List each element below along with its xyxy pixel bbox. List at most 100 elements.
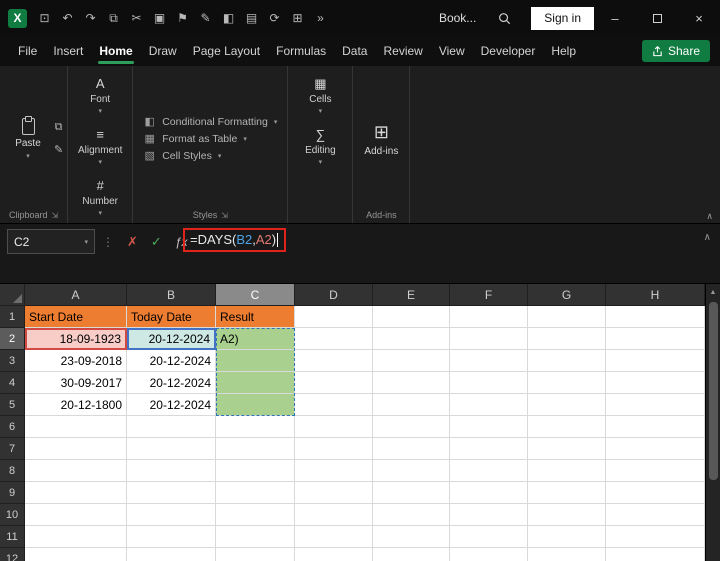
tab-view[interactable]: View xyxy=(431,36,473,66)
cell-A11[interactable] xyxy=(25,526,127,548)
cell-A9[interactable] xyxy=(25,482,127,504)
row-header-11[interactable]: 11 xyxy=(0,526,25,548)
cell-G8[interactable] xyxy=(528,460,606,482)
cell-D12[interactable] xyxy=(295,548,373,561)
tab-formulas[interactable]: Formulas xyxy=(268,36,334,66)
cell-G2[interactable] xyxy=(528,328,606,350)
cell-G5[interactable] xyxy=(528,394,606,416)
tab-review[interactable]: Review xyxy=(375,36,430,66)
cell-F2[interactable] xyxy=(450,328,528,350)
cell-D8[interactable] xyxy=(295,460,373,482)
share-button[interactable]: Share xyxy=(641,40,710,62)
document-icon[interactable]: ▤ xyxy=(240,11,263,25)
column-header-F[interactable]: F xyxy=(450,284,528,306)
cell-H1[interactable] xyxy=(606,306,705,328)
cell-A8[interactable] xyxy=(25,460,127,482)
cell-H2[interactable] xyxy=(606,328,705,350)
cell-E10[interactable] xyxy=(373,504,450,526)
cell-C7[interactable] xyxy=(216,438,295,460)
cell-F1[interactable] xyxy=(450,306,528,328)
row-header-8[interactable]: 8 xyxy=(0,460,25,482)
row-header-6[interactable]: 6 xyxy=(0,416,25,438)
cell-H10[interactable] xyxy=(606,504,705,526)
row-header-5[interactable]: 5 xyxy=(0,394,25,416)
flag-icon[interactable]: ⚑ xyxy=(171,11,194,25)
picture-icon[interactable]: ▣ xyxy=(148,11,171,25)
cut-icon[interactable]: ✂ xyxy=(125,11,148,25)
row-header-2[interactable]: 2 xyxy=(0,328,25,350)
format-painter-icon[interactable]: ✎ xyxy=(54,143,63,156)
cell-G12[interactable] xyxy=(528,548,606,561)
format-painter-icon[interactable]: ◧ xyxy=(217,11,240,25)
cell-H6[interactable] xyxy=(606,416,705,438)
cell-C9[interactable] xyxy=(216,482,295,504)
cell-C3[interactable] xyxy=(216,350,295,372)
cell-A2[interactable]: 18-09-1923 xyxy=(25,328,127,350)
cell-H4[interactable] xyxy=(606,372,705,394)
close-button[interactable]: × xyxy=(678,0,720,36)
tab-page-layout[interactable]: Page Layout xyxy=(185,36,268,66)
vertical-scrollbar[interactable]: ▲ ▼ xyxy=(705,284,720,561)
cell-E11[interactable] xyxy=(373,526,450,548)
style-item-format-as-table[interactable]: ▦ Format as Table ▾ xyxy=(143,132,277,146)
select-all-corner[interactable] xyxy=(0,284,25,306)
cell-B3[interactable]: 20-12-2024 xyxy=(127,350,216,372)
name-box[interactable]: C2 ▾ xyxy=(7,229,95,254)
redo-icon[interactable]: ↷ xyxy=(79,11,102,25)
cell-B9[interactable] xyxy=(127,482,216,504)
cell-B8[interactable] xyxy=(127,460,216,482)
cell-H8[interactable] xyxy=(606,460,705,482)
cell-G6[interactable] xyxy=(528,416,606,438)
cancel-button[interactable]: ✗ xyxy=(127,234,138,250)
cell-B7[interactable] xyxy=(127,438,216,460)
more-icon[interactable]: » xyxy=(309,11,332,25)
sign-in-button[interactable]: Sign in xyxy=(531,6,594,30)
cell-C6[interactable] xyxy=(216,416,295,438)
cell-D7[interactable] xyxy=(295,438,373,460)
cell-F10[interactable] xyxy=(450,504,528,526)
cell-F3[interactable] xyxy=(450,350,528,372)
cell-C2[interactable]: A2) xyxy=(216,328,295,350)
cell-G3[interactable] xyxy=(528,350,606,372)
cell-G4[interactable] xyxy=(528,372,606,394)
cell-D3[interactable] xyxy=(295,350,373,372)
cell-F6[interactable] xyxy=(450,416,528,438)
cell-H7[interactable] xyxy=(606,438,705,460)
ribbon-group-editing[interactable]: ∑ Editing ▾ xyxy=(292,121,348,172)
tab-file[interactable]: File xyxy=(10,36,45,66)
cell-E12[interactable] xyxy=(373,548,450,561)
cell-H3[interactable] xyxy=(606,350,705,372)
cell-H12[interactable] xyxy=(606,548,705,561)
enter-button[interactable]: ✓ xyxy=(151,234,162,250)
column-header-D[interactable]: D xyxy=(295,284,373,306)
row-header-10[interactable]: 10 xyxy=(0,504,25,526)
cell-C8[interactable] xyxy=(216,460,295,482)
cell-G1[interactable] xyxy=(528,306,606,328)
column-header-H[interactable]: H xyxy=(606,284,705,306)
cell-A6[interactable] xyxy=(25,416,127,438)
cell-H9[interactable] xyxy=(606,482,705,504)
cell-A4[interactable]: 30-09-2017 xyxy=(25,372,127,394)
cell-E3[interactable] xyxy=(373,350,450,372)
tab-home[interactable]: Home xyxy=(91,36,140,66)
column-header-E[interactable]: E xyxy=(373,284,450,306)
column-header-G[interactable]: G xyxy=(528,284,606,306)
cell-B12[interactable] xyxy=(127,548,216,561)
cell-D9[interactable] xyxy=(295,482,373,504)
cell-G9[interactable] xyxy=(528,482,606,504)
copy-icon[interactable]: ⧉ xyxy=(54,121,63,134)
ribbon-group-font[interactable]: A Font ▾ xyxy=(72,70,128,121)
cell-C10[interactable] xyxy=(216,504,295,526)
cell-B5[interactable]: 20-12-2024 xyxy=(127,394,216,416)
column-header-B[interactable]: B xyxy=(127,284,216,306)
column-header-A[interactable]: A xyxy=(25,284,127,306)
cell-C12[interactable] xyxy=(216,548,295,561)
cell-E2[interactable] xyxy=(373,328,450,350)
cell-G7[interactable] xyxy=(528,438,606,460)
cell-C11[interactable] xyxy=(216,526,295,548)
refresh-icon[interactable]: ⟳ xyxy=(263,11,286,25)
style-item-cell-styles[interactable]: ▧ Cell Styles ▾ xyxy=(143,149,277,163)
copy-icon[interactable]: ⧉ xyxy=(102,11,125,26)
cell-B4[interactable]: 20-12-2024 xyxy=(127,372,216,394)
collapse-ribbon-icon[interactable]: ∧ xyxy=(706,211,713,222)
